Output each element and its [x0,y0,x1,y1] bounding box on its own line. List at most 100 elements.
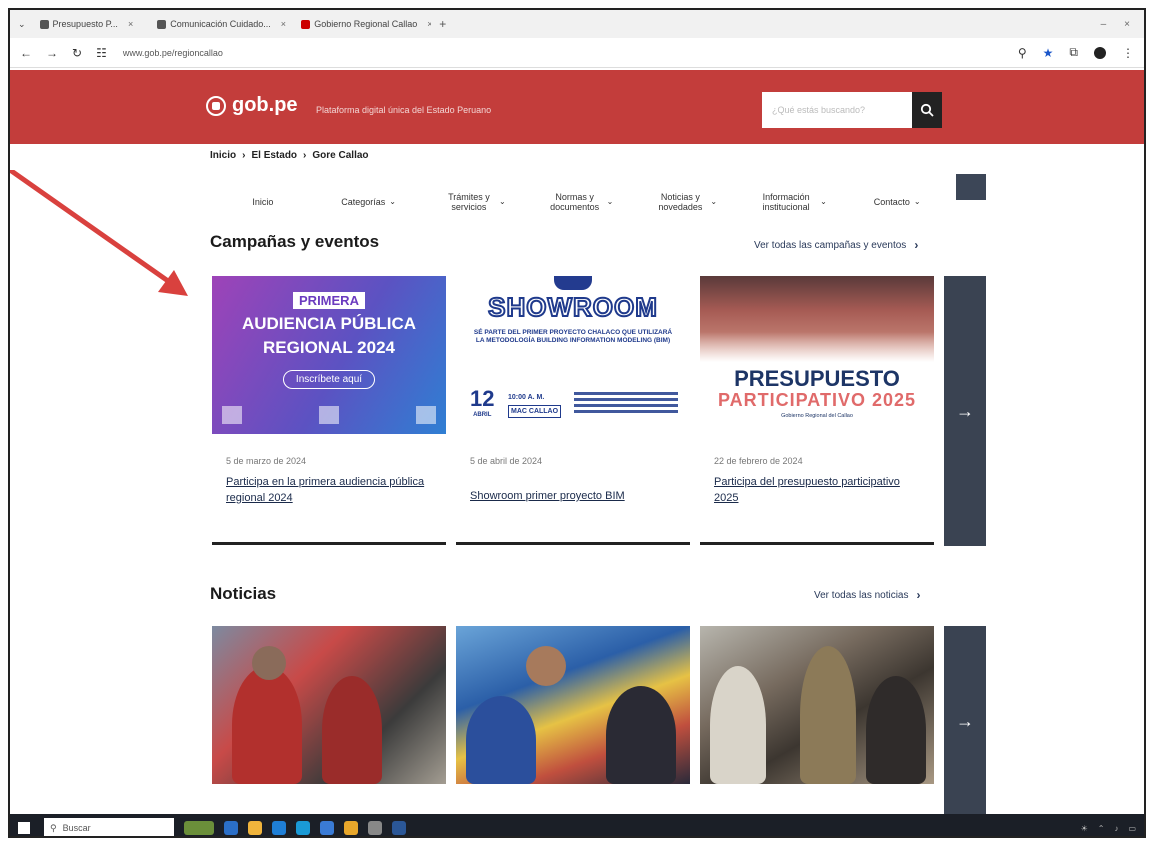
campaigns-title: Campañas y eventos [210,232,380,251]
store-icon[interactable] [272,821,286,835]
bookmark-star-icon[interactable]: ★ [1043,46,1054,60]
word-icon[interactable] [392,821,406,835]
window-controls: – × [1101,19,1144,30]
edge-browser-icon[interactable] [296,821,310,835]
weather-icon[interactable]: ☀ [1081,824,1088,833]
close-tab-icon[interactable]: × [427,19,431,29]
search-icon [920,103,934,117]
windows-start-icon[interactable] [18,822,30,834]
close-tab-icon[interactable]: × [281,19,286,29]
chevron-right-icon: › [916,588,921,602]
nav-item-normas[interactable]: Normas y documentos ⌄ [527,192,633,212]
reload-icon[interactable]: ↻ [72,46,82,60]
card-title-link[interactable]: Participa en la primera audiencia públic… [226,474,432,506]
extensions-icon[interactable]: ⧉ [1069,45,1078,60]
address-bar[interactable]: www.gob.pe/regioncallao [123,48,223,58]
crowd-photo [700,276,934,362]
nav-item-categorias[interactable]: Categorías ⌄ [316,197,422,207]
nav-extra-button[interactable] [956,174,986,200]
new-tab-icon[interactable]: + [439,17,446,31]
chevron-down-icon: ⌄ [820,197,827,206]
browser-tab-3[interactable]: Gobierno Regional Callao × [291,13,431,35]
card-divider [212,542,446,545]
taskbar-search[interactable]: ⚲ Buscar [44,818,174,836]
search-button[interactable] [912,92,942,128]
chevron-down-icon: ⌄ [389,197,396,206]
document-favicon-icon [39,19,49,29]
campaign-card-audiencia[interactable]: PRIMERA AUDIENCIA PÚBLICA REGIONAL 2024 … [212,276,446,545]
zoom-icon[interactable]: ⚲ [1018,46,1027,60]
volume-icon[interactable]: ♪ [1114,824,1118,833]
task-view-icon[interactable] [224,821,238,835]
main-nav: Inicio Categorías ⌄ Trámites y servicios… [210,184,950,220]
image-subtitle: SÉ PARTE DEL PRIMER PROYECTO CHALACO QUE… [473,329,673,344]
nav-item-contacto[interactable]: Contacto ⌄ [844,197,950,207]
nav-item-tramites[interactable]: Trámites y servicios ⌄ [421,192,527,212]
screenshot-frame: ⌄ Presupuesto P... × Comunicación Cuidad… [8,8,1146,838]
campaign-image-showroom: SHOWROOM SÉ PARTE DEL PRIMER PROYECTO CH… [456,276,690,434]
gob-header: gob.pe Plataforma digital única del Esta… [10,70,1144,144]
close-tab-icon[interactable]: × [128,19,133,29]
gob-favicon-icon [301,19,311,29]
image-date: 12 ABRIL [470,386,495,418]
news-card-1[interactable] [212,626,446,784]
card-date: 5 de abril de 2024 [470,456,543,466]
image-caption: Gobierno Regional del Callao [781,413,853,419]
campaign-card-showroom[interactable]: SHOWROOM SÉ PARTE DEL PRIMER PROYECTO CH… [456,276,690,545]
gob-logo[interactable]: gob.pe [206,94,298,117]
network-icon[interactable]: ⌃ [1098,824,1105,833]
taskbar-widget-icon[interactable] [184,821,214,835]
breadcrumb-inicio[interactable]: Inicio [210,150,236,161]
news-card-2[interactable] [456,626,690,784]
notifications-icon[interactable]: ▭ [1128,824,1136,833]
breadcrumb-gore-callao: Gore Callao [312,150,369,161]
image-headline: REGIONAL 2024 [263,338,395,357]
campaigns-next-button[interactable]: → [944,276,986,546]
image-event-info: 10:00 A. M. MAC CALLAO [508,392,562,418]
search-icon: ⚲ [50,822,57,833]
chevron-down-icon: ⌄ [606,197,614,206]
minimize-icon[interactable]: – [1101,19,1107,30]
campaign-image-presupuesto: PRESUPUESTO PARTICIPATIVO 2025 Gobierno … [700,276,934,434]
menu-dots-icon[interactable]: ⋮ [1122,46,1134,60]
card-date: 5 de marzo de 2024 [226,456,307,466]
app-icon[interactable] [368,821,382,835]
chrome-browser-icon[interactable] [344,821,358,835]
see-all-campaigns-link[interactable]: Ver todas las campañas y eventos › [754,238,918,252]
forward-icon[interactable]: → [46,46,58,60]
site-info-icon[interactable]: ☷ [96,46,107,60]
browser-tab-1[interactable]: Presupuesto P... × [30,13,144,35]
news-photo [700,626,934,784]
card-title-link[interactable]: Showroom primer proyecto BIM [470,488,676,504]
breadcrumb: Inicio › El Estado › Gore Callao [210,150,369,161]
campaign-card-presupuesto[interactable]: PRESUPUESTO PARTICIPATIVO 2025 Gobierno … [700,276,934,545]
mail-icon[interactable] [320,821,334,835]
nav-item-noticias[interactable]: Noticias y novedades ⌄ [633,192,739,212]
breadcrumb-el-estado[interactable]: El Estado [251,150,297,161]
news-next-button[interactable]: → [944,626,986,816]
news-card-3[interactable] [700,626,934,784]
header-tagline: Plataforma digital única del Estado Peru… [316,105,492,115]
windows-taskbar: ⚲ Buscar ☀ ⌃ ♪ ▭ [10,814,1144,836]
profile-avatar[interactable] [1094,46,1106,59]
card-title-link[interactable]: Participa del presupuesto participativo … [714,474,920,506]
nav-item-informacion[interactable]: Información institucional ⌄ [739,192,845,212]
browser-tab-2[interactable]: Comunicación Cuidado... × [147,13,287,35]
logo-badge-icon [554,276,592,290]
card-divider [456,542,690,545]
file-explorer-icon[interactable] [248,821,262,835]
annotation-arrow-icon [10,170,188,296]
close-window-icon[interactable]: × [1124,19,1130,30]
chevron-down-icon: ⌄ [913,197,921,206]
see-all-news-link[interactable]: Ver todas las noticias › [814,588,921,602]
card-date: 22 de febrero de 2024 [714,456,803,466]
nav-item-inicio[interactable]: Inicio [210,197,316,207]
tab-list-chevron-icon[interactable]: ⌄ [18,19,26,30]
search-input[interactable]: ¿Qué estás buscando? [762,92,912,128]
image-headline: SHOWROOM [487,291,658,323]
back-icon[interactable]: ← [20,46,32,60]
news-title: Noticias [210,584,277,603]
chevron-down-icon: ⌄ [498,197,506,206]
chevron-right-icon: › [914,238,919,252]
arrow-right-icon: → [956,400,974,421]
